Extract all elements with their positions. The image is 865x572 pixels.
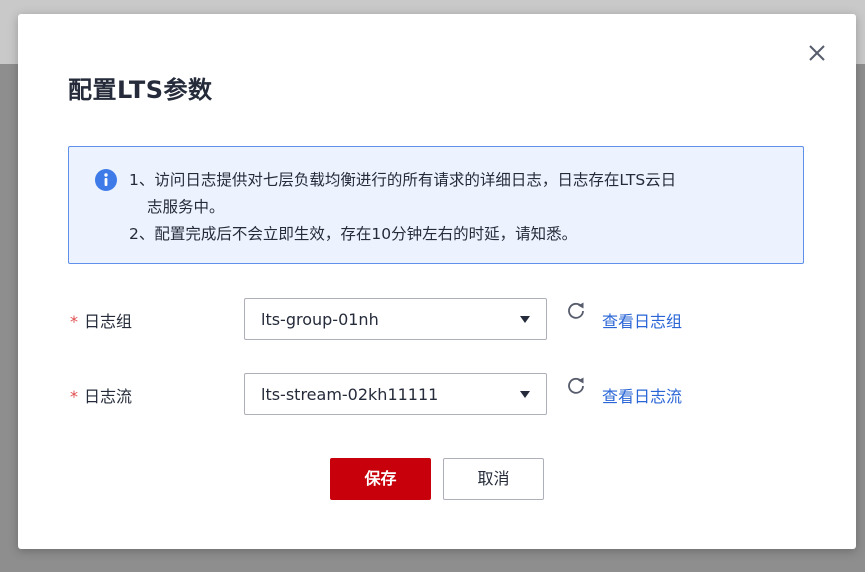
log-stream-value: lts-stream-02kh11111 [261, 385, 439, 404]
notice-line: 志服务中。 [147, 198, 225, 216]
notice-line: 1、访问日志提供对七层负载均衡进行的所有请求的详细日志，日志存在LTS云日 [129, 171, 677, 189]
log-group-label: * 日志组 [70, 308, 132, 332]
refresh-icon[interactable] [566, 375, 586, 397]
info-notice: 1、访问日志提供对七层负载均衡进行的所有请求的详细日志，日志存在LTS云日 志服… [68, 146, 804, 264]
save-button[interactable]: 保存 [330, 458, 431, 500]
log-stream-label: * 日志流 [70, 383, 132, 407]
notice-line: 2、配置完成后不会立即生效，存在10分钟左右的时延，请知悉。 [129, 225, 578, 243]
required-mark: * [70, 387, 78, 406]
log-stream-select[interactable]: lts-stream-02kh11111 [244, 373, 547, 415]
dialog-title: 配置LTS参数 [68, 76, 213, 104]
info-icon [95, 169, 117, 191]
caret-down-icon [520, 316, 530, 323]
caret-down-icon [520, 391, 530, 398]
config-lts-dialog: 配置LTS参数 1、访问日志提供对七层负载均衡进行的所有请求的详细日志，日志存在… [18, 14, 856, 549]
close-icon[interactable] [806, 42, 828, 64]
cancel-button[interactable]: 取消 [443, 458, 544, 500]
log-group-value: lts-group-01nh [261, 310, 379, 329]
refresh-icon[interactable] [566, 300, 586, 322]
notice-text: 1、访问日志提供对七层负载均衡进行的所有请求的详细日志，日志存在LTS云日 志服… [129, 167, 789, 248]
view-log-group-link[interactable]: 查看日志组 [602, 308, 682, 332]
log-group-row: * 日志组 lts-group-01nh 查看日志组 [70, 298, 830, 342]
log-stream-label-text: 日志流 [84, 387, 133, 406]
log-group-label-text: 日志组 [84, 312, 133, 331]
required-mark: * [70, 312, 78, 331]
view-log-stream-link[interactable]: 查看日志流 [602, 383, 682, 407]
log-group-select[interactable]: lts-group-01nh [244, 298, 547, 340]
log-stream-row: * 日志流 lts-stream-02kh11111 查看日志流 [70, 373, 830, 417]
